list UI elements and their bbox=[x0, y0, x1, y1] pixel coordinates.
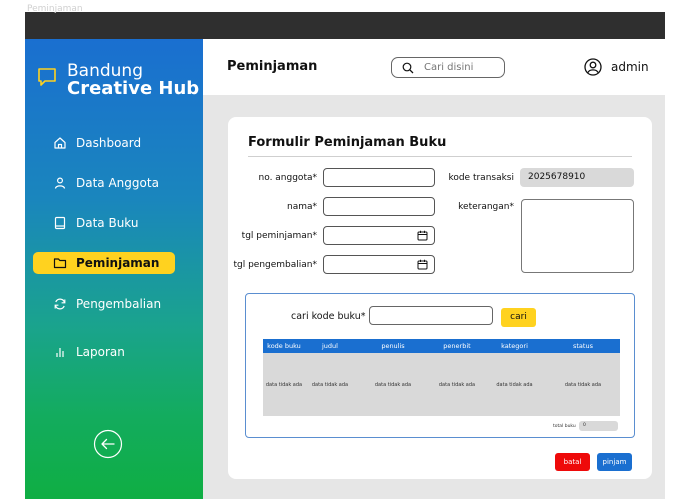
window-title: Peminjaman bbox=[27, 4, 83, 14]
column-header[interactable]: status bbox=[546, 342, 620, 350]
sidebar-item-label: Peminjaman bbox=[76, 256, 160, 270]
window-titlebar: Peminjaman bbox=[25, 4, 665, 39]
calendar-icon[interactable] bbox=[417, 259, 428, 270]
form-title: Formulir Peminjaman Buku bbox=[248, 135, 447, 150]
folder-icon bbox=[53, 258, 67, 269]
table-cell: data tidak ada bbox=[564, 381, 602, 388]
refresh-icon bbox=[54, 298, 66, 310]
book-icon bbox=[54, 216, 66, 230]
keterangan-label: keterangan* bbox=[458, 202, 514, 212]
sidebar-item-laporan[interactable]: Laporan bbox=[53, 340, 125, 364]
table-cell: data tidak ada bbox=[496, 381, 533, 388]
form-card: Formulir Peminjaman Buku no. anggota* na… bbox=[228, 117, 652, 479]
table-row[interactable]: data tidak ada data tidak ada data tidak… bbox=[263, 353, 620, 416]
column-header[interactable]: judul bbox=[305, 342, 355, 350]
column-header[interactable]: kategori bbox=[483, 342, 546, 350]
kode-transaksi-label: kode transaksi bbox=[448, 173, 514, 183]
tgl-pengembalian-label: tgl pengembalian* bbox=[233, 260, 317, 270]
sidebar-item-data-buku[interactable]: Data Buku bbox=[53, 211, 139, 235]
total-buku-label: total buku bbox=[553, 424, 576, 429]
column-header[interactable]: kode buku bbox=[263, 342, 305, 350]
batal-button[interactable]: batal bbox=[555, 453, 590, 471]
app-frame: Peminjaman Bandung Creative Hub Dashboar… bbox=[0, 0, 675, 499]
total-buku-value: 0 bbox=[579, 421, 618, 431]
sidebar-item-label: Laporan bbox=[76, 345, 125, 359]
table-cell: data tidak ada bbox=[311, 381, 349, 388]
cari-button[interactable]: cari bbox=[501, 308, 536, 327]
table-cell: data tidak ada bbox=[374, 381, 412, 388]
divider bbox=[248, 156, 632, 157]
calendar-icon[interactable] bbox=[417, 230, 428, 241]
sidebar-item-label: Dashboard bbox=[76, 136, 142, 150]
user-menu[interactable]: admin bbox=[584, 58, 649, 76]
no-anggota-field[interactable] bbox=[323, 168, 435, 187]
user-circle-icon bbox=[584, 58, 602, 76]
tgl-peminjaman-field[interactable] bbox=[323, 226, 435, 245]
brand-line-2: Creative Hub bbox=[67, 78, 200, 99]
bar-chart-icon bbox=[56, 348, 64, 357]
table-cell: data tidak ada bbox=[438, 381, 476, 388]
back-arrow-icon[interactable] bbox=[93, 429, 123, 459]
page-title: Peminjaman bbox=[227, 59, 318, 74]
user-name: admin bbox=[611, 60, 649, 74]
sidebar: Bandung Creative Hub Dashboard Data Angg… bbox=[25, 39, 203, 499]
tgl-pengembalian-field[interactable] bbox=[323, 255, 435, 274]
chat-bubble-icon bbox=[38, 68, 56, 86]
column-header[interactable]: penerbit bbox=[431, 342, 483, 350]
table-cell: data tidak ada bbox=[265, 381, 303, 388]
nama-label: nama* bbox=[286, 202, 317, 212]
tgl-peminjaman-label: tgl peminjaman* bbox=[241, 231, 317, 241]
sidebar-item-data-anggota[interactable]: Data Anggota bbox=[53, 171, 159, 195]
search-bar[interactable] bbox=[391, 57, 505, 78]
sidebar-item-pengembalian[interactable]: Pengembalian bbox=[53, 292, 161, 316]
sidebar-item-label: Data Buku bbox=[76, 216, 139, 230]
kode-transaksi-value: 2025678910 bbox=[520, 168, 634, 187]
pinjam-button[interactable]: pinjam bbox=[597, 453, 632, 471]
user-icon bbox=[54, 177, 66, 189]
sidebar-item-label: Data Anggota bbox=[76, 176, 159, 190]
search-icon bbox=[402, 62, 414, 73]
top-header: Peminjaman admin bbox=[203, 39, 665, 95]
home-icon bbox=[54, 137, 66, 149]
column-header[interactable]: penulis bbox=[355, 342, 431, 350]
kode-buku-input[interactable] bbox=[369, 306, 493, 325]
nama-field[interactable] bbox=[323, 197, 435, 216]
search-input[interactable] bbox=[424, 62, 494, 73]
book-search-panel: cari kode buku* cari kode buku judul pen… bbox=[245, 293, 635, 438]
cari-kode-buku-label: cari kode buku* bbox=[291, 311, 366, 322]
brand-logo: Bandung Creative Hub bbox=[37, 62, 199, 98]
table-header: kode buku judul penulis penerbit kategor… bbox=[263, 339, 620, 353]
no-anggota-label: no. anggota* bbox=[258, 173, 317, 183]
sidebar-item-label: Pengembalian bbox=[76, 297, 162, 311]
sidebar-item-peminjaman[interactable]: Peminjaman bbox=[33, 252, 175, 274]
keterangan-field[interactable] bbox=[521, 199, 634, 273]
sidebar-item-dashboard[interactable]: Dashboard bbox=[53, 131, 141, 155]
book-table: kode buku judul penulis penerbit kategor… bbox=[263, 339, 620, 416]
